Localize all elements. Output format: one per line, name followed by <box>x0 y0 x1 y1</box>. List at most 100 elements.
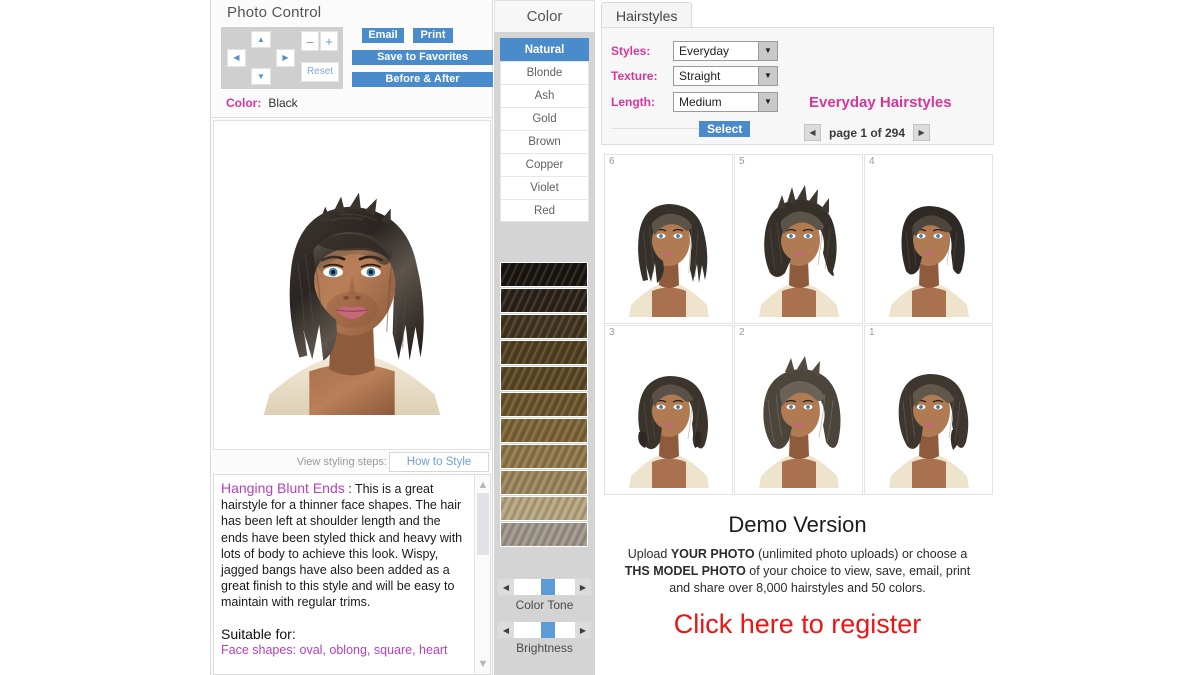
color-tone-track[interactable] <box>514 579 575 595</box>
color-tone-decrease-icon[interactable]: ◀ <box>498 579 514 595</box>
before-after-button[interactable]: Before & After <box>352 72 493 87</box>
how-to-style-button[interactable]: How to Style <box>389 452 489 472</box>
hairstyle-studio-app: Photo Control ▲ ▼ ◀ ▶ – + Reset Email Pr… <box>0 0 1200 675</box>
color-option-natural[interactable]: Natural <box>500 38 589 61</box>
photo-control-header: Photo Control ▲ ▼ ◀ ▶ – + Reset Email Pr… <box>211 0 493 118</box>
register-link[interactable]: Click here to register <box>601 609 994 640</box>
brightness-increase-icon[interactable]: ▶ <box>575 622 591 638</box>
pan-right-button[interactable]: ▶ <box>276 49 295 67</box>
current-color-label: Color: <box>226 96 262 110</box>
chevron-down-icon[interactable]: ▼ <box>758 67 777 85</box>
color-option-gold[interactable]: Gold <box>500 107 589 130</box>
pager: ◀ page 1 of 294 ▶ <box>804 124 931 141</box>
color-swatch[interactable] <box>500 288 588 313</box>
hairstyle-thumbnail-grid: 6 5 4 3 2 1 <box>604 154 993 496</box>
color-option-brown[interactable]: Brown <box>500 130 589 153</box>
current-color-row: Color: Black <box>226 96 298 110</box>
color-tone-slider[interactable]: ◀ ▶ <box>497 578 592 596</box>
thumbnail-item[interactable]: 5 <box>734 154 863 324</box>
category-title: Everyday Hairstyles <box>809 94 952 111</box>
tab-hairstyles[interactable]: Hairstyles <box>601 2 693 28</box>
pan-down-button[interactable]: ▼ <box>251 68 271 85</box>
thumbnail-image <box>735 155 862 323</box>
styles-select[interactable]: Everyday ▼ <box>673 41 778 61</box>
pan-left-button[interactable]: ◀ <box>227 49 246 67</box>
color-option-red[interactable]: Red <box>500 199 589 222</box>
color-swatch-list <box>500 262 588 547</box>
save-to-favorites-button[interactable]: Save to Favorites <box>352 50 493 65</box>
thumbnail-item[interactable]: 3 <box>604 325 733 495</box>
zoom-in-button[interactable]: + <box>320 31 338 51</box>
scroll-up-icon[interactable]: ▲ <box>477 479 489 491</box>
page-indicator: page 1 of 294 <box>829 125 906 140</box>
print-button[interactable]: Print <box>413 28 453 43</box>
scroll-thumb[interactable] <box>477 493 489 555</box>
color-swatch[interactable] <box>500 444 588 469</box>
pan-up-button[interactable]: ▲ <box>251 31 271 48</box>
view-styling-steps-label: View styling steps: <box>296 456 387 468</box>
length-filter-row: Length: Medium ▼ <box>611 92 778 112</box>
color-swatch[interactable] <box>500 366 588 391</box>
demo-version-block: Demo Version Upload YOUR PHOTO (unlimite… <box>601 512 994 640</box>
color-swatch[interactable] <box>500 392 588 417</box>
photo-control-panel: Photo Control ▲ ▼ ◀ ▶ – + Reset Email Pr… <box>210 0 493 675</box>
demo-line4: hairstyles and 50 colors. <box>790 581 926 595</box>
thumbnail-item[interactable]: 4 <box>864 154 993 324</box>
thumbnail-number: 4 <box>869 156 875 167</box>
brightness-slider-block: ◀ ▶ Brightness <box>497 621 592 655</box>
suitable-face-shapes: Face shapes: oval, oblong, square, heart <box>221 642 448 657</box>
brightness-slider[interactable]: ◀ ▶ <box>497 621 592 639</box>
model-photo-stage[interactable] <box>213 120 491 450</box>
color-swatch[interactable] <box>500 418 588 443</box>
color-tone-knob[interactable] <box>541 579 556 595</box>
color-option-blonde[interactable]: Blonde <box>500 61 589 84</box>
thumbnail-item[interactable]: 6 <box>604 154 733 324</box>
brightness-knob[interactable] <box>541 622 556 638</box>
styles-filter-row: Styles: Everyday ▼ <box>611 41 778 61</box>
thumbnail-item[interactable]: 1 <box>864 325 993 495</box>
styles-select-value: Everyday <box>679 44 730 58</box>
color-swatch[interactable] <box>500 262 588 287</box>
color-option-copper[interactable]: Copper <box>500 153 589 176</box>
style-description-box: Hanging Blunt Ends : This is a great hai… <box>213 474 491 675</box>
thumbnail-number: 2 <box>739 327 745 338</box>
style-description-body: This is a great hairstyle for a thinner … <box>221 482 463 610</box>
zoom-out-button[interactable]: – <box>301 31 319 51</box>
color-panel: Color Natural Blonde Ash Gold Brown Copp… <box>494 0 595 675</box>
brightness-label: Brightness <box>516 641 573 655</box>
color-swatch[interactable] <box>500 522 588 547</box>
scroll-down-icon[interactable]: ▼ <box>477 658 489 670</box>
length-select[interactable]: Medium ▼ <box>673 92 778 112</box>
brightness-decrease-icon[interactable]: ◀ <box>498 622 514 638</box>
select-button[interactable]: Select <box>699 121 751 137</box>
color-swatch[interactable] <box>500 470 588 495</box>
color-swatch[interactable] <box>500 496 588 521</box>
texture-select[interactable]: Straight ▼ <box>673 66 778 86</box>
demo-body: Upload YOUR PHOTO (unlimited photo uploa… <box>601 546 994 597</box>
brightness-track[interactable] <box>514 622 575 638</box>
thumbnail-number: 1 <box>869 327 875 338</box>
color-swatch[interactable] <box>500 340 588 365</box>
demo-line1-a: Upload <box>627 547 671 561</box>
photo-dpad: ▲ ▼ ◀ ▶ – + Reset <box>221 27 343 89</box>
color-option-ash[interactable]: Ash <box>500 84 589 107</box>
styling-steps-bar: View styling steps: How to Style <box>213 452 491 473</box>
email-button[interactable]: Email <box>362 28 404 43</box>
color-tone-increase-icon[interactable]: ▶ <box>575 579 591 595</box>
thumbnail-image <box>605 155 732 323</box>
next-page-icon[interactable]: ▶ <box>913 124 931 141</box>
description-scrollbar[interactable]: ▲ ▼ <box>474 475 490 674</box>
hairstyles-panel: Hairstyles Styles: Everyday ▼ Texture: S… <box>601 0 994 675</box>
reset-button[interactable]: Reset <box>301 62 339 82</box>
color-swatch[interactable] <box>500 314 588 339</box>
color-panel-header: Color <box>494 0 595 32</box>
chevron-down-icon[interactable]: ▼ <box>758 93 777 111</box>
chevron-down-icon[interactable]: ▼ <box>758 42 777 60</box>
prev-page-icon[interactable]: ◀ <box>804 124 821 141</box>
thumbnail-item[interactable]: 2 <box>734 325 863 495</box>
suitable-for-heading: Suitable for: <box>221 625 296 642</box>
length-select-value: Medium <box>679 95 722 109</box>
demo-your-photo: YOUR PHOTO <box>670 547 755 561</box>
texture-select-value: Straight <box>679 69 721 83</box>
color-option-violet[interactable]: Violet <box>500 176 589 199</box>
